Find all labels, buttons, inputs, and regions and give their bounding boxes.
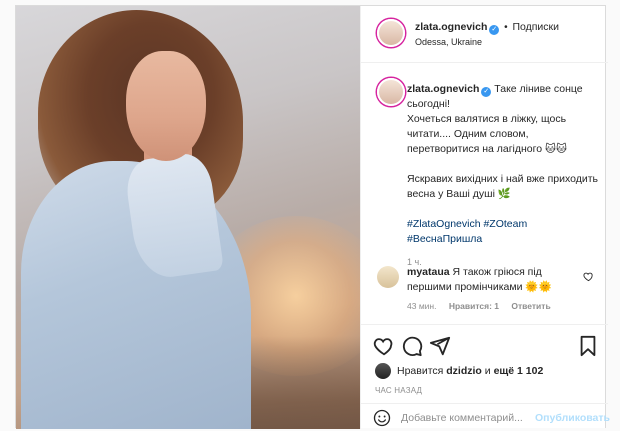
author-username[interactable]: zlata.ognevich <box>415 21 487 33</box>
share-icon[interactable] <box>429 335 451 357</box>
comment-avatar[interactable] <box>377 266 399 288</box>
author-avatar[interactable] <box>377 19 405 47</box>
liked-by-user[interactable]: dzidzio <box>446 365 482 377</box>
bookmark-icon[interactable] <box>577 335 599 357</box>
comment-meta: 43 мин. Нравится: 1 Ответить <box>407 301 551 311</box>
post-photo[interactable] <box>16 6 360 429</box>
caption-username[interactable]: zlata.ognevich <box>407 83 479 95</box>
comment-input[interactable]: Добавьте комментарий... <box>401 412 523 424</box>
likes-summary: Нравится dzidzio и ещё 1 102 <box>397 365 543 377</box>
caption-line-3: Яскравих вихідних і най вже приходить ве… <box>407 173 599 200</box>
post-sidebar: zlata.ognevich ✓ • Подписки Odessa, Ukrai… <box>360 6 610 431</box>
verified-icon: ✓ <box>489 25 500 35</box>
instagram-post: zlata.ognevich ✓ • Подписки Odessa, Ukrai… <box>15 5 610 431</box>
caption: zlata.ognevich ✓ Таке ліниве сонце сьогод… <box>407 82 599 270</box>
comment-likes[interactable]: Нравится: 1 <box>449 301 499 311</box>
heart-icon[interactable] <box>373 335 395 357</box>
comment-username[interactable]: myataua <box>407 266 450 278</box>
caption-hashtags[interactable]: #ZlataOgnevich #ZOteam #ВеснаПришла <box>407 217 599 247</box>
follow-button[interactable]: Подписки <box>512 21 559 33</box>
likes-conjunction: и <box>484 365 491 377</box>
post-header: zlata.ognevich ✓ • Подписки Odessa, Ukrai… <box>361 6 608 63</box>
location-link[interactable]: Odessa, Ukraine <box>415 37 482 47</box>
comment-time: 43 мин. <box>407 301 437 311</box>
comment-like-icon[interactable] <box>583 271 594 282</box>
caption-line-2: Хочеться валятися в ліжку, щось читати..… <box>407 113 567 155</box>
posted-time: ЧАС НАЗАД <box>375 386 423 395</box>
publish-button[interactable]: Опубликовать <box>535 412 610 424</box>
likes-prefix: Нравится <box>397 365 444 377</box>
separator-dot: • <box>504 22 508 33</box>
emoji-icon[interactable] <box>373 409 391 427</box>
comment-reply-button[interactable]: Ответить <box>511 301 550 311</box>
comment-item: myataua Я також гріюся під першими промі… <box>407 265 582 295</box>
likes-count[interactable]: ещё 1 102 <box>494 365 544 377</box>
page-frame: zlata.ognevich ✓ • Подписки Odessa, Ukrai… <box>0 0 620 431</box>
caption-avatar[interactable] <box>377 78 405 106</box>
comment-icon[interactable] <box>401 335 423 357</box>
liked-by-avatar[interactable] <box>375 363 391 379</box>
add-comment-bar: Добавьте комментарий... Опубликовать <box>361 403 610 431</box>
verified-icon: ✓ <box>481 87 492 97</box>
